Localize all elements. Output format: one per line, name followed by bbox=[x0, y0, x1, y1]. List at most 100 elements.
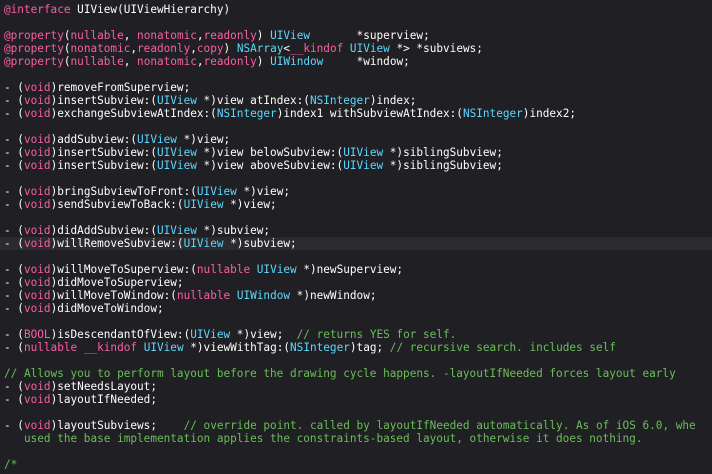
text-token: , bbox=[196, 29, 204, 42]
text-token: ( bbox=[63, 42, 71, 55]
text-token: , bbox=[190, 42, 197, 55]
type-token: UIWindow bbox=[236, 289, 291, 302]
text-token: ( bbox=[63, 55, 71, 68]
keyword-token: nullable bbox=[70, 29, 124, 42]
text-token: )willMoveToSuperview:( bbox=[50, 263, 197, 276]
text-token: )setNeedsLayout; bbox=[50, 380, 157, 393]
type-token: UIView bbox=[190, 328, 231, 341]
code-line[interactable]: - (void)sendSubviewToBack:(UIView *)view… bbox=[4, 198, 277, 211]
code-line[interactable]: @property(nonatomic,readonly,copy) NSArr… bbox=[4, 42, 483, 55]
code-line[interactable]: @interface UIView(UIViewHierarchy) bbox=[4, 3, 230, 16]
text-token: - ( bbox=[4, 328, 24, 341]
keyword-token: void bbox=[23, 276, 51, 289]
keyword-token: void bbox=[23, 289, 51, 302]
comment-token: used the base implementation applies the… bbox=[4, 432, 643, 445]
text-token: *)newSuperview; bbox=[296, 263, 404, 276]
text-token: )layoutIfNeeded; bbox=[50, 393, 157, 406]
text-token: *)view; bbox=[223, 198, 277, 211]
code-line[interactable]: - (void)didAddSubview:(UIView *)subview; bbox=[4, 224, 270, 237]
keyword-token: void bbox=[23, 146, 51, 159]
code-line[interactable]: - (void)willRemoveSubview:(UIView *)subv… bbox=[4, 237, 297, 250]
keyword-token: void bbox=[23, 198, 51, 211]
code-line[interactable]: @property(nullable, nonatomic,readonly) … bbox=[4, 29, 430, 42]
type-token: NSInteger bbox=[462, 107, 523, 120]
text-token: - ( bbox=[4, 237, 24, 250]
keyword-token: @property bbox=[4, 29, 64, 42]
keyword-token: @property bbox=[4, 42, 64, 55]
keyword-token: readonly bbox=[203, 29, 257, 42]
text-token: )didMoveToWindow; bbox=[50, 302, 164, 315]
code-editor[interactable]: @interface UIView(UIViewHierarchy) @prope… bbox=[0, 0, 712, 474]
code-line[interactable]: - (void)willMoveToSuperview:(nullable UI… bbox=[4, 263, 403, 276]
type-token: NSArray bbox=[236, 42, 284, 55]
code-line[interactable]: - (void)addSubview:(UIView *)view; bbox=[4, 133, 230, 146]
code-line[interactable]: - (void)layoutIfNeeded; bbox=[4, 393, 157, 406]
code-line[interactable]: - (nullable __kindof UIView *)viewWithTa… bbox=[4, 341, 616, 354]
text-token: , bbox=[123, 29, 138, 42]
type-token: UIView bbox=[156, 224, 197, 237]
text-token: )removeFromSuperview; bbox=[50, 81, 191, 94]
type-token: NSInteger bbox=[216, 107, 277, 120]
code-line[interactable]: - (void)bringSubviewToFront:(UIView *)vi… bbox=[4, 185, 290, 198]
keyword-token: __kindof bbox=[83, 341, 138, 354]
text-token: )layoutSubviews; bbox=[50, 419, 184, 432]
text-token: - ( bbox=[4, 107, 24, 120]
code-line[interactable]: /* bbox=[4, 458, 17, 471]
code-line[interactable]: @property(nullable, nonatomic,readonly) … bbox=[4, 55, 410, 68]
text-token: - ( bbox=[4, 146, 24, 159]
text-token: - ( bbox=[4, 276, 24, 289]
text-token: )insertSubview:( bbox=[50, 94, 157, 107]
type-token: UIView bbox=[156, 94, 197, 107]
type-token: NSInteger bbox=[290, 341, 350, 354]
text-token: ( bbox=[63, 29, 71, 42]
text-token: )index2; bbox=[522, 107, 577, 120]
code-line[interactable]: - (void)willMoveToWindow:(nullable UIWin… bbox=[4, 289, 377, 302]
type-token: UIView bbox=[343, 159, 384, 172]
type-token: UIView bbox=[156, 146, 197, 159]
type-token: UIWindow bbox=[270, 55, 324, 68]
text-token: *)view aboveSubview:( bbox=[196, 159, 344, 172]
code-line[interactable]: - (void)exchangeSubviewAtIndex:(NSIntege… bbox=[4, 107, 576, 120]
text-token: - ( bbox=[4, 289, 24, 302]
keyword-token: void bbox=[23, 237, 51, 250]
code-line[interactable]: - (void)insertSubview:(UIView *)view atI… bbox=[4, 94, 416, 107]
code-line[interactable]: - (BOOL)isDescendantOfView:(UIView *)vie… bbox=[4, 328, 456, 341]
code-line[interactable]: - (void)insertSubview:(UIView *)view abo… bbox=[4, 159, 503, 172]
text-token: *)view; bbox=[176, 133, 231, 146]
text-token: UIView(UIViewHierarchy) bbox=[70, 3, 231, 16]
keyword-token: void bbox=[23, 419, 51, 432]
text-token: )isDescendantOfView:( bbox=[50, 328, 191, 341]
code-line[interactable]: - (void)layoutSubviews; // override poin… bbox=[4, 419, 696, 432]
code-line[interactable]: - (void)removeFromSuperview; bbox=[4, 81, 190, 94]
keyword-token: nonatomic bbox=[70, 42, 131, 55]
code-line[interactable]: - (void)didMoveToSuperview; bbox=[4, 276, 184, 289]
text-token: )insertSubview:( bbox=[50, 159, 157, 172]
type-token: UIView bbox=[156, 159, 197, 172]
text-token: )index1 withSubviewAtIndex:( bbox=[276, 107, 463, 120]
text-token: - ( bbox=[4, 224, 24, 237]
text-token: , bbox=[196, 55, 204, 68]
code-line[interactable]: - (void)insertSubview:(UIView *)view bel… bbox=[4, 146, 503, 159]
type-token: UIView bbox=[183, 237, 224, 250]
text-token: - ( bbox=[4, 81, 24, 94]
comment-token: // Allows you to perform layout before t… bbox=[4, 367, 676, 380]
keyword-token: nonatomic bbox=[137, 29, 197, 42]
text-token: )tag; bbox=[349, 341, 390, 354]
code-line[interactable]: - (void)didMoveToWindow; bbox=[4, 302, 164, 315]
code-line[interactable]: used the base implementation applies the… bbox=[4, 432, 643, 445]
text-token: )addSubview:( bbox=[50, 133, 138, 146]
text-token: *window; bbox=[323, 55, 410, 68]
text-token: )didAddSubview:( bbox=[50, 224, 157, 237]
text-token: - ( bbox=[4, 341, 24, 354]
type-token: UIView bbox=[143, 341, 184, 354]
keyword-token: BOOL bbox=[23, 328, 51, 341]
code-line[interactable]: // Allows you to perform layout before t… bbox=[4, 367, 676, 380]
text-token: )didMoveToSuperview; bbox=[50, 276, 184, 289]
text-token: - ( bbox=[4, 159, 24, 172]
code-line[interactable]: - (void)setNeedsLayout; bbox=[4, 380, 157, 393]
keyword-token: void bbox=[23, 224, 51, 237]
text-token: *)viewWithTag:( bbox=[183, 341, 291, 354]
text-token: *superview; bbox=[310, 29, 430, 42]
keyword-token: void bbox=[23, 380, 51, 393]
